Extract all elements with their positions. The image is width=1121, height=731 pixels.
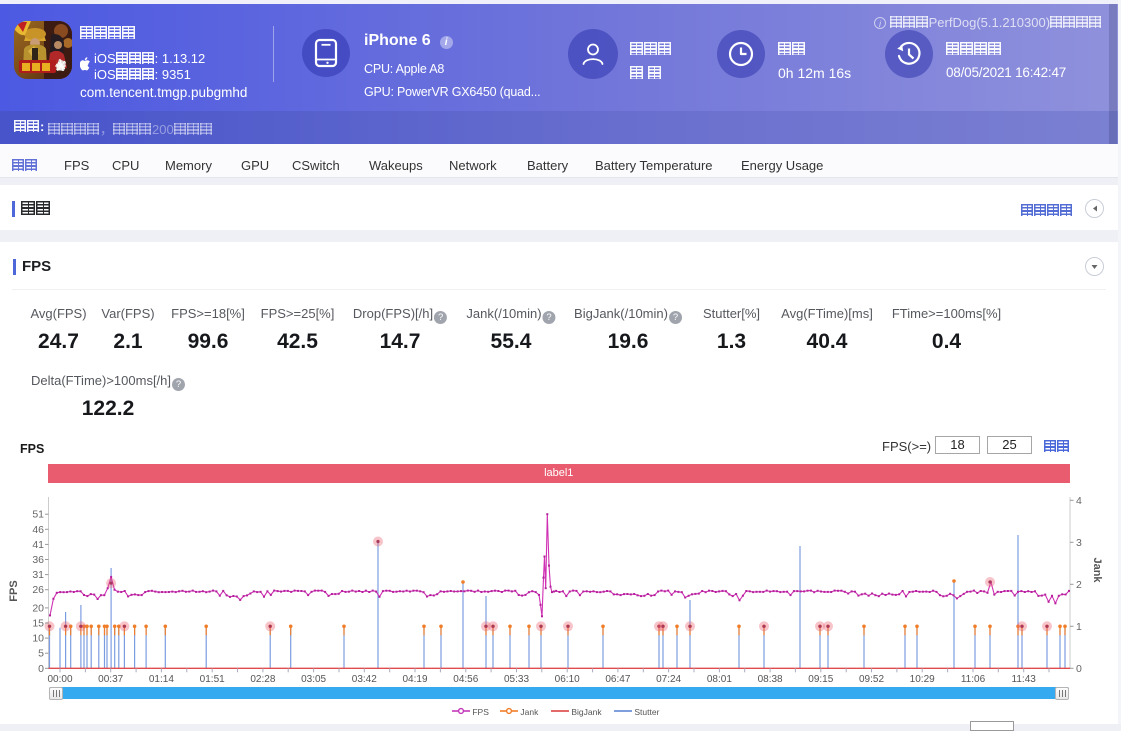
svg-text:00:00: 00:00 (47, 674, 72, 685)
svg-text:08:38: 08:38 (758, 674, 783, 685)
svg-text:03:42: 03:42 (352, 674, 377, 685)
svg-text:06:10: 06:10 (555, 674, 580, 685)
svg-text:10: 10 (32, 633, 44, 645)
svg-text:26: 26 (32, 584, 44, 596)
svg-text:2: 2 (1076, 579, 1082, 591)
svg-text:08:01: 08:01 (707, 674, 732, 685)
svg-text:06:47: 06:47 (605, 674, 630, 685)
svg-text:20: 20 (32, 602, 44, 614)
svg-text:04:19: 04:19 (402, 674, 427, 685)
svg-text:3: 3 (1076, 537, 1082, 549)
svg-text:07:24: 07:24 (656, 674, 681, 685)
svg-text:0: 0 (1076, 663, 1082, 675)
svg-text:00:37: 00:37 (98, 674, 123, 685)
svg-text:5: 5 (38, 648, 44, 660)
svg-text:04:56: 04:56 (453, 674, 478, 685)
svg-text:05:33: 05:33 (504, 674, 529, 685)
svg-text:1: 1 (1076, 621, 1082, 633)
svg-text:0: 0 (38, 663, 44, 675)
svg-text:36: 36 (32, 554, 44, 566)
svg-text:11:06: 11:06 (961, 674, 986, 685)
svg-text:03:05: 03:05 (301, 674, 326, 685)
svg-text:51: 51 (32, 509, 44, 521)
svg-text:46: 46 (32, 524, 44, 536)
svg-text:10:29: 10:29 (910, 674, 935, 685)
svg-text:15: 15 (32, 618, 44, 630)
svg-text:31: 31 (32, 569, 44, 581)
svg-text:09:52: 09:52 (859, 674, 884, 685)
svg-text:02:28: 02:28 (250, 674, 275, 685)
svg-text:41: 41 (32, 539, 44, 551)
svg-text:11:43: 11:43 (1012, 674, 1037, 685)
svg-text:01:51: 01:51 (200, 674, 225, 685)
svg-text:4: 4 (1076, 495, 1082, 507)
svg-text:09:15: 09:15 (808, 674, 833, 685)
svg-text:FPS: FPS (8, 580, 20, 601)
svg-text:Jank: Jank (1091, 557, 1103, 583)
svg-text:01:14: 01:14 (149, 674, 174, 685)
